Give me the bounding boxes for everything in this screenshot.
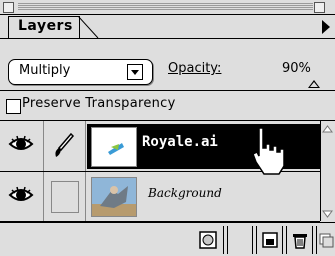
edit-lock-cell[interactable] [43, 172, 86, 222]
trash-icon[interactable] [290, 230, 310, 250]
paintbrush-icon [55, 132, 75, 157]
button-separator [282, 226, 287, 254]
background-thumbnail-art [92, 178, 136, 216]
palette-menu-arrow-icon[interactable] [322, 20, 330, 34]
layer-mask-icon[interactable] [198, 230, 218, 250]
opacity-value[interactable]: 90% [282, 61, 311, 76]
button-separator [252, 226, 257, 254]
zoom-box-icon[interactable] [314, 2, 325, 13]
button-separator [312, 226, 317, 254]
layer-thumbnail [91, 127, 137, 167]
tab-slant [78, 16, 99, 38]
layer-name[interactable]: Royale.ai [142, 134, 218, 150]
blend-mode-value: Multiply [19, 63, 71, 78]
layer-thumbnail [91, 177, 137, 217]
opacity-label: Opacity: [168, 61, 222, 76]
scroll-up-arrow-icon[interactable] [322, 123, 333, 134]
divider [0, 90, 335, 91]
visibility-cell[interactable] [0, 121, 44, 171]
layers-palette: Layers Multiply Opacity: 90% Preserve Tr… [0, 0, 335, 256]
scroll-down-arrow-icon[interactable] [322, 208, 333, 219]
empty-brush-slot [51, 181, 79, 213]
close-box-icon[interactable] [3, 2, 14, 13]
chevron-down-icon[interactable] [127, 64, 143, 80]
hand-cursor-icon [252, 127, 285, 175]
new-layer-icon[interactable] [260, 230, 280, 250]
opacity-slider-icon[interactable] [308, 80, 320, 88]
eye-icon[interactable] [7, 131, 35, 161]
preserve-transparency-checkbox[interactable] [6, 99, 21, 114]
preserve-transparency-label[interactable]: Preserve Transparency [22, 96, 176, 111]
resize-grip-icon[interactable] [318, 230, 334, 250]
layer-thumbnail-art [92, 128, 136, 166]
visibility-cell[interactable] [0, 172, 44, 222]
layers-scrollbar[interactable] [320, 121, 335, 221]
button-separator [223, 226, 228, 254]
tab-divider [0, 38, 335, 39]
layer-name[interactable]: Background [148, 186, 222, 200]
title-bar-stripes [18, 3, 313, 11]
palette-title-bar[interactable] [0, 0, 335, 15]
eye-icon[interactable] [7, 182, 35, 212]
edit-lock-cell[interactable] [43, 121, 86, 171]
tab-layers-label[interactable]: Layers [18, 18, 73, 34]
blend-mode-select[interactable]: Multiply [8, 59, 153, 85]
